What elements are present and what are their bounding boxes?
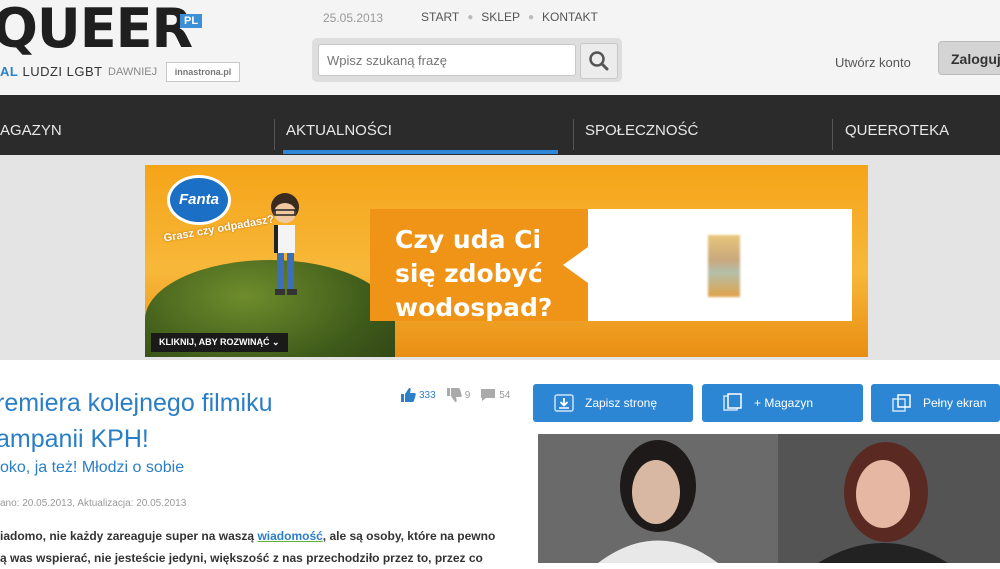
article-stats: 333 9 54: [400, 388, 510, 402]
tagline-blue: AL: [0, 64, 19, 79]
fullscreen-icon: [892, 394, 911, 412]
nav-item-aktualnosci[interactable]: AKTUALNOŚCI: [276, 95, 556, 155]
banner-arrow: [563, 247, 588, 283]
banner-cta-label: KLIKNIJ, ABY ROZWINĄĆ: [159, 337, 270, 347]
search-button[interactable]: [580, 43, 618, 79]
thumbs-down-icon: [446, 388, 462, 402]
ad-banner[interactable]: Fanta Grasz czy odpadasz? KLIKNIJ, ABY R…: [145, 165, 868, 357]
body-text: , ale są osoby, które na pewno: [322, 529, 496, 543]
article-title-line: remiera kolejnego filmiku: [0, 389, 273, 417]
formerly-logo[interactable]: innastrona.pl: [166, 62, 240, 82]
logo-badge: PL: [180, 14, 203, 28]
main-nav: AGAZYN AKTUALNOŚCI SPOŁECZNOŚĆ QUEEROTEK…: [0, 95, 1000, 155]
search-icon: [589, 51, 609, 71]
headline-line: się zdobyć: [395, 259, 543, 288]
article-meta: ano: 20.05.2013, Aktualizacja: 20.05.201…: [0, 498, 187, 509]
headline-line: Czy uda Ci: [395, 225, 542, 254]
save-page-label: Zapisz stronę: [585, 396, 658, 410]
banner-expand-button[interactable]: KLIKNIJ, ABY ROZWINĄĆ ⌄: [151, 333, 288, 352]
nav-active-indicator: [283, 150, 558, 154]
headline-line: wodospad?: [395, 293, 553, 322]
banner-headline: Czy uda Ci się zdobyć wodospad?: [395, 223, 552, 325]
like-count: 333: [419, 389, 436, 401]
comment-count: 54: [499, 389, 511, 401]
separator-dot: ●: [467, 11, 474, 23]
thumbs-up-icon: [401, 388, 416, 402]
add-magazine-label: + Magazyn: [754, 396, 814, 410]
nav-divider: [274, 119, 275, 150]
site-logo[interactable]: QUEER: [0, 2, 193, 56]
top-link-start[interactable]: START: [421, 10, 459, 24]
add-magazine-button[interactable]: + Magazyn: [702, 384, 863, 422]
current-date: 25.05.2013: [323, 11, 384, 25]
magazine-icon: [723, 393, 742, 411]
video-frame-image: [538, 434, 1000, 563]
save-page-button[interactable]: Zapisz stronę: [533, 384, 693, 422]
article-subtitle: oko, ja też! Młodzi o sobie: [0, 459, 185, 476]
fullscreen-button[interactable]: Pełny ekran: [871, 384, 1000, 422]
top-link-sklep[interactable]: SKLEP: [481, 10, 520, 24]
chevron-down-icon: ⌄: [272, 337, 280, 347]
video-player[interactable]: [538, 434, 1000, 563]
search-input[interactable]: [318, 44, 576, 76]
create-account-link[interactable]: Utwórz konto: [835, 55, 911, 70]
dislike-count: 9: [464, 389, 471, 401]
blurred-ad-image: [708, 235, 740, 297]
article-body: iadomo, nie każdy zareaguje super na was…: [0, 525, 520, 569]
login-button[interactable]: Zaloguj: [938, 41, 1000, 75]
cartoon-character-image: [271, 193, 299, 295]
article-title: remiera kolejnego filmiku ampanii KPH!: [0, 385, 396, 457]
tagline-rest: LUDZI LGBT: [22, 64, 103, 79]
nav-divider: [573, 119, 574, 150]
article-link[interactable]: wiadomość: [257, 529, 322, 543]
download-icon: [554, 394, 574, 412]
nav-divider: [832, 119, 833, 150]
top-link-kontakt[interactable]: KONTAKT: [542, 10, 598, 24]
body-line: ą was wspierać, nie jesteście jedyni, wi…: [0, 551, 483, 565]
comment-icon: [481, 389, 496, 401]
article-title-line: ampanii KPH!: [0, 425, 149, 453]
separator-dot: ●: [527, 11, 535, 23]
top-links: START ● SKLEP ● KONTAKT: [421, 10, 598, 24]
fanta-logo: Fanta: [167, 175, 231, 225]
dislike-button[interactable]: 9: [446, 388, 471, 402]
nav-item-spolecznosc[interactable]: SPOŁECZNOŚĆ: [575, 95, 833, 155]
nav-item-queeroteka[interactable]: QUEEROTEKA: [835, 95, 1000, 155]
site-tagline: AL LUDZI LGBT: [0, 64, 103, 79]
fullscreen-label: Pełny ekran: [923, 396, 987, 410]
like-button[interactable]: 333: [400, 388, 436, 402]
nav-item-magazyn[interactable]: AGAZYN: [0, 95, 265, 155]
formerly-label: DAWNIEJ: [108, 66, 158, 78]
body-line: iadomo, nie każdy zareaguje super na was…: [0, 525, 520, 547]
body-text: iadomo, nie każdy zareaguje super na was…: [0, 529, 258, 543]
comments-button[interactable]: 54: [480, 388, 510, 402]
